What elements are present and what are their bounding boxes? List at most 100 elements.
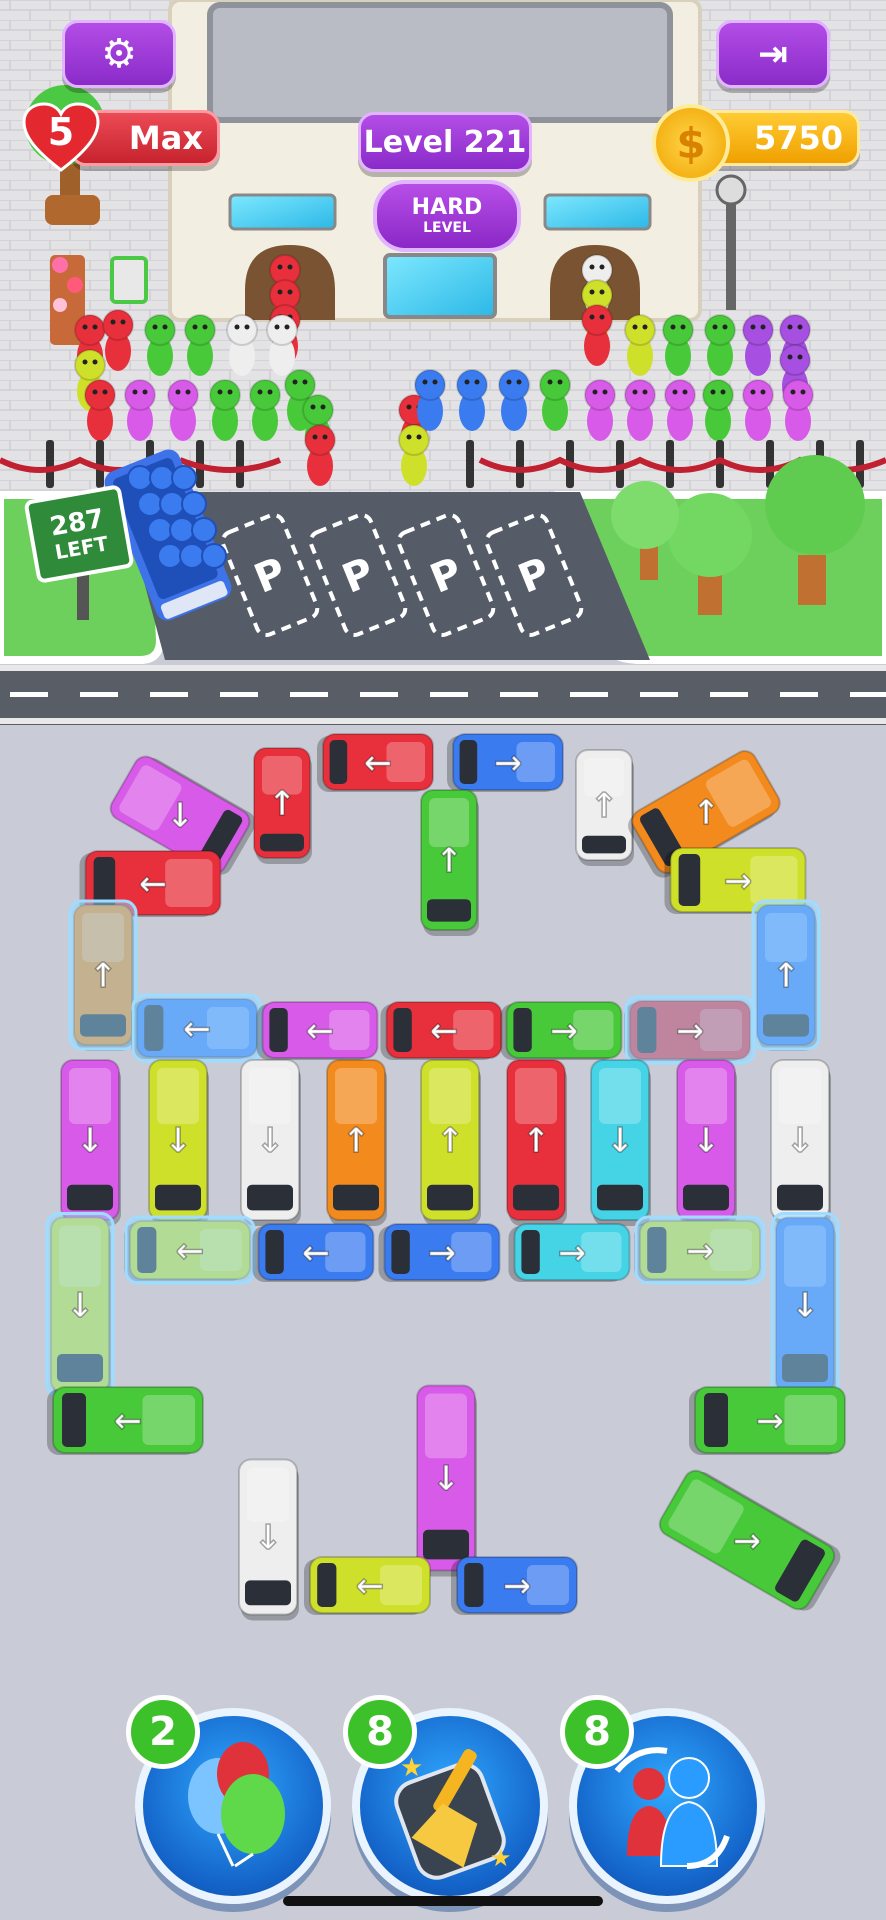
arrow-down-icon: ↓ [786,1121,815,1161]
vehicle-blue[interactable]: ← [252,1223,375,1282]
vehicle-magenta[interactable]: ↓ [676,1059,737,1226]
bus-rider [181,491,207,517]
difficulty-badge: HARD LEVEL [373,180,521,252]
arrow-right-icon: → [733,1521,762,1561]
settings-button[interactable]: ⚙ [62,20,176,88]
passenger [184,314,216,376]
bus-rider [157,543,183,569]
trash-bin [110,256,148,304]
vehicle-white[interactable]: ↓ [240,1059,301,1226]
vehicle-blue[interactable]: → [451,1556,578,1615]
passenger [624,379,656,441]
bus-rider [127,465,153,491]
vehicle-red[interactable]: ← [317,733,434,792]
arrow-right-icon: → [724,861,753,901]
arrow-up-icon: ↑ [522,1121,551,1161]
vehicle-yellow[interactable]: ← [304,1556,431,1615]
arrow-down-icon: ↓ [432,1459,461,1499]
bus-rider [159,491,185,517]
vehicle-red[interactable]: ← [380,1001,503,1060]
level-label: Level 221 [363,124,527,160]
bus-rider [169,517,195,543]
vehicle-grid: ↓ ↑← →↑ ↑↑← →↑ ↑← ← ← → →↓ ↓ ↓ ↑ ↑ ↑ ↓ ↓ ↓↓ ↓← ← → → →← →→↓↓← → [45,733,846,1621]
arrow-up-icon: ↑ [692,793,721,833]
vehicle-blue[interactable]: ← [131,993,263,1063]
vehicle-blue[interactable]: → [378,1223,501,1282]
vehicle-magenta[interactable]: ↓ [60,1059,121,1226]
vehicle-blue[interactable]: → [447,733,564,792]
bus-rider [191,517,217,543]
vehicle-green[interactable]: → [500,1001,623,1060]
level-badge: Level 221 [358,112,532,172]
vehicle-cyan[interactable]: ↓ [590,1059,651,1226]
arrow-up-icon: ↑ [268,784,297,824]
vehicle-yellow[interactable]: → [634,1215,766,1285]
difficulty-main: HARD [411,195,483,220]
vehicle-white[interactable]: ↓ [770,1059,831,1226]
arrow-left-icon: ← [302,1233,331,1273]
vehicle-green[interactable]: → [655,1465,844,1617]
vehicle-yellow[interactable]: ← [124,1215,256,1285]
dollar-coin-icon: $ [652,104,730,182]
vehicle-yellow[interactable]: ↓ [148,1059,209,1226]
passenger [167,379,199,441]
passenger [702,379,734,441]
heart-icon: 5 [22,102,100,174]
arrow-right-icon: → [558,1233,587,1273]
passenger [584,379,616,441]
passenger [102,309,134,371]
bus-rider [147,517,173,543]
vehicle-magenta[interactable]: ↓ [416,1384,477,1577]
passenger [456,369,488,431]
vehicle-red[interactable]: → [624,995,756,1065]
vehicle-red[interactable]: ↑ [506,1059,567,1226]
arrow-left-icon: ← [176,1231,205,1271]
passenger [84,379,116,441]
passenger [209,379,241,441]
vehicle-orange[interactable]: ↑ [326,1059,387,1226]
arrow-down-icon: ↓ [692,1121,721,1161]
arrow-left-icon: ← [114,1401,143,1441]
vehicle-green[interactable]: → [689,1386,846,1455]
vehicle-white[interactable]: ↓ [238,1458,299,1621]
vehicle-yellow[interactable]: ↑ [420,1059,481,1226]
arrow-right-icon: → [494,743,523,783]
booster-balloons-count: 2 [126,1695,200,1769]
passenger [144,314,176,376]
arrow-down-icon: ↓ [256,1121,285,1161]
vehicle-blue[interactable]: ↓ [770,1212,840,1399]
arrow-right-icon: → [676,1011,705,1051]
passenger [249,379,281,441]
vehicle-red[interactable]: ↑ [253,747,312,864]
arrow-down-icon: ↓ [76,1121,105,1161]
arrow-left-icon: ← [356,1566,385,1606]
passenger [266,314,298,376]
vehicle-green[interactable]: ← [47,1386,204,1455]
lamp-post [726,190,736,310]
gear-icon: ⚙ [101,31,137,77]
arrow-up-icon: ↑ [772,956,801,996]
passenger [398,424,430,486]
arrow-left-icon: ← [306,1011,335,1051]
vehicle-orange[interactable]: ↑ [68,899,138,1051]
difficulty-sub: LEVEL [423,220,471,236]
arrow-down-icon: ↓ [254,1518,283,1558]
vehicle-white[interactable]: ↑ [575,749,634,866]
passenger [624,314,656,376]
bus-rider [179,543,205,569]
bus-rider [137,491,163,517]
arrow-down-icon: ↓ [166,796,195,836]
vehicle-yellow[interactable]: ↓ [45,1212,115,1399]
exit-button[interactable]: ⇥ [716,20,830,88]
vehicle-blue[interactable]: ↑ [751,899,821,1051]
vehicle-cyan[interactable]: → [508,1223,631,1282]
vehicle-green[interactable]: ↑ [420,789,479,936]
vehicle-magenta[interactable]: ← [256,1001,379,1060]
bus-rider [149,465,175,491]
coins-amount: 5750 [753,119,843,157]
passenger [226,314,258,376]
arrow-right-icon: → [686,1231,715,1271]
lives-label: Max [128,119,203,157]
arrow-left-icon: ← [364,743,393,783]
passenger [782,379,814,441]
